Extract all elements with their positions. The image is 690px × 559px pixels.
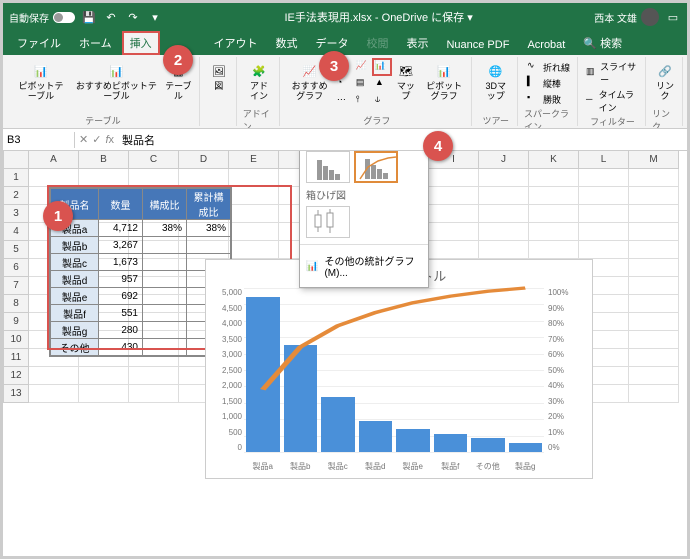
title-bar: 自動保存 💾 ↶ ↷ ▾ IE手法表現用.xlsx - OneDrive に保存… xyxy=(3,3,687,31)
callout-1: 1 xyxy=(43,201,73,231)
file-title[interactable]: IE手法表現用.xlsx - OneDrive に保存 ▾ xyxy=(169,9,588,25)
tab-search[interactable]: 🔍 検索 xyxy=(575,31,630,55)
toggle-off-icon[interactable] xyxy=(53,12,75,23)
pareto-thumb[interactable] xyxy=(354,151,398,183)
boxplot-thumb[interactable] xyxy=(306,206,350,238)
row-head-8[interactable]: 8 xyxy=(3,295,29,313)
tab-home[interactable]: ホーム xyxy=(71,31,120,55)
ribbon-options-icon[interactable]: ▭ xyxy=(665,9,681,25)
callout-2: 2 xyxy=(163,45,193,75)
col-head-J[interactable]: J xyxy=(479,151,529,169)
pivot-chart-button[interactable]: 📊ピボットグラフ xyxy=(421,59,468,104)
fx-icon[interactable]: fx xyxy=(105,134,114,146)
save-icon[interactable]: 💾 xyxy=(81,9,97,25)
chart-icon: 📊 xyxy=(306,261,318,272)
undo-icon[interactable]: ↶ xyxy=(103,9,119,25)
col-head-K[interactable]: K xyxy=(529,151,579,169)
chart-preview[interactable]: グラフ タイトル 5,0004,5004,0003,5003,0002,5002… xyxy=(205,259,593,479)
y-axis-secondary: 100%90%80%70%60%50%40%30%20%10%0% xyxy=(548,288,586,452)
row-head-3[interactable]: 3 xyxy=(3,205,29,223)
scatter-chart-icon[interactable]: ⋯ xyxy=(335,93,353,109)
combo-chart-icon[interactable]: ⫝ xyxy=(373,93,391,109)
tab-acrobat[interactable]: Acrobat xyxy=(519,35,573,55)
col-head-C[interactable]: C xyxy=(129,151,179,169)
tab-review[interactable]: 校閲 xyxy=(358,31,396,55)
col-head-M[interactable]: M xyxy=(629,151,679,169)
row-head-2[interactable]: 2 xyxy=(3,187,29,205)
pivot-table-button[interactable]: 📊ピボットテーブル xyxy=(11,59,71,104)
row-head-6[interactable]: 6 xyxy=(3,259,29,277)
row-head-7[interactable]: 7 xyxy=(3,277,29,295)
statistics-chart-dropdown: ヒストグラム 箱ひげ図 📊 その他の統計グラフ(M)... xyxy=(299,151,429,288)
statistics-chart-button[interactable]: 📊 xyxy=(373,59,391,75)
col-head-A[interactable]: A xyxy=(29,151,79,169)
boxplot-section-label: 箱ひげ図 xyxy=(300,185,428,204)
row-head-9[interactable]: 9 xyxy=(3,313,29,331)
callout-3: 3 xyxy=(319,51,349,81)
maps-button[interactable]: 🗺マップ xyxy=(393,59,419,104)
line-chart-icon[interactable]: 📈 xyxy=(354,59,372,75)
tab-view[interactable]: 表示 xyxy=(398,31,436,55)
row-head-12[interactable]: 12 xyxy=(3,367,29,385)
callout-4: 4 xyxy=(423,131,453,161)
cancel-icon[interactable]: ✕ xyxy=(79,133,88,146)
histogram-thumb[interactable] xyxy=(306,151,350,183)
spreadsheet-grid[interactable]: ABCDEFGHIJKLM 12345678910111213 製品名数量構成比… xyxy=(3,151,687,556)
x-axis: 製品a製品b製品c製品d製品e製品fその他製品g xyxy=(244,461,544,472)
sparkline-winloss-button[interactable]: ▪勝敗 xyxy=(525,91,572,107)
row-head-1[interactable]: 1 xyxy=(3,169,29,187)
col-head-E[interactable]: E xyxy=(229,151,279,169)
tab-file[interactable]: ファイル xyxy=(9,31,69,55)
tab-nuance[interactable]: Nuance PDF xyxy=(438,35,517,55)
avatar-icon xyxy=(641,8,659,26)
illustrations-button[interactable]: 🖼図 xyxy=(206,59,232,94)
enter-icon[interactable]: ✓ xyxy=(92,133,101,146)
row-head-4[interactable]: 4 xyxy=(3,223,29,241)
slicer-button[interactable]: ▥スライサー xyxy=(584,59,641,87)
redo-icon[interactable]: ↷ xyxy=(125,9,141,25)
autosave-toggle[interactable]: 自動保存 xyxy=(9,10,75,25)
user-account[interactable]: 西本 文雄 xyxy=(594,8,659,26)
name-box[interactable]: B3 xyxy=(3,132,75,148)
col-head-B[interactable]: B xyxy=(79,151,129,169)
timeline-button[interactable]: ─タイムライン xyxy=(584,87,641,115)
formula-input[interactable]: 製品名 xyxy=(118,130,687,150)
sparkline-column-button[interactable]: ▍縦棒 xyxy=(525,75,572,91)
3d-map-button[interactable]: 🌐3Dマップ xyxy=(478,59,513,104)
col-head-D[interactable]: D xyxy=(179,151,229,169)
tab-formulas[interactable]: 数式 xyxy=(267,31,305,55)
row-head-10[interactable]: 10 xyxy=(3,331,29,349)
recommended-pivot-button[interactable]: 📊おすすめピボットテーブル xyxy=(73,59,160,104)
bar-chart-icon[interactable]: ▤ xyxy=(354,76,372,92)
area-chart-icon[interactable]: ▲ xyxy=(373,76,391,92)
plot-area xyxy=(244,288,544,452)
qat-more-icon[interactable]: ▾ xyxy=(147,9,163,25)
col-head-L[interactable]: L xyxy=(579,151,629,169)
row-head-5[interactable]: 5 xyxy=(3,241,29,259)
select-all-corner[interactable] xyxy=(3,151,29,169)
row-head-13[interactable]: 13 xyxy=(3,385,29,403)
more-stat-charts-link[interactable]: 📊 その他の統計グラフ(M)... xyxy=(300,249,428,283)
link-button[interactable]: 🔗リンク xyxy=(652,59,678,104)
row-head-11[interactable]: 11 xyxy=(3,349,29,367)
stock-chart-icon[interactable]: ⫯ xyxy=(354,93,372,109)
tab-insert[interactable]: 挿入 xyxy=(122,31,160,55)
sparkline-line-button[interactable]: ∿折れ線 xyxy=(525,59,572,75)
addins-button[interactable]: 🧩アドイン xyxy=(243,59,276,104)
menu-tabs: ファイル ホーム 挿入 ページレイアウト 数式 データ 校閲 表示 Nuance… xyxy=(3,31,687,55)
y-axis: 5,0004,5004,0003,5003,0002,5002,0001,500… xyxy=(212,288,242,452)
formula-bar: B3 ✕ ✓ fx 製品名 xyxy=(3,129,687,151)
